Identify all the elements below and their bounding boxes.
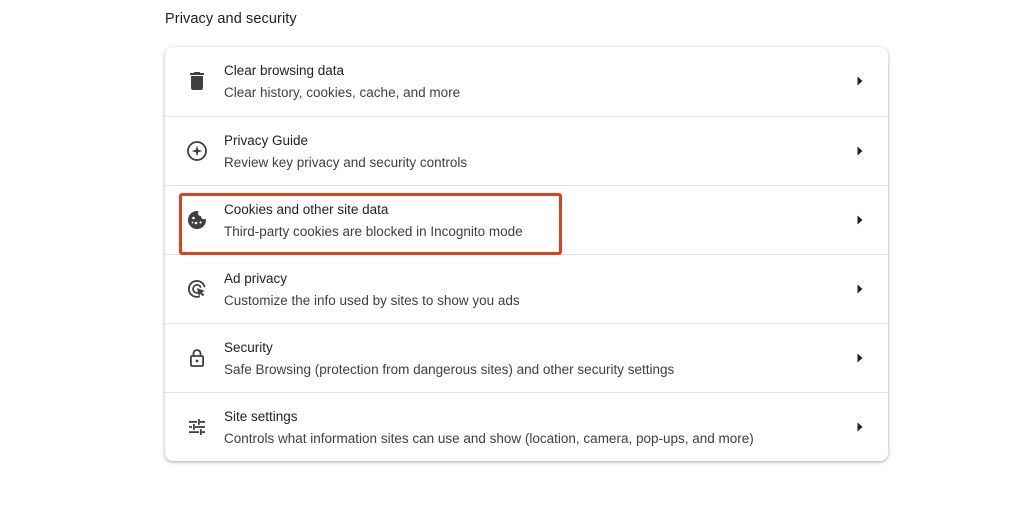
row-subtitle: Review key privacy and security controls [224,155,468,170]
row-title: Cookies and other site data [224,202,389,217]
row-title: Clear browsing data [224,63,345,78]
chevron-right-icon [856,283,864,295]
compass-icon [185,139,209,163]
section-title: Privacy and security [165,11,297,27]
security-row[interactable]: Security Safe Browsing (protection from … [165,323,888,392]
chevron-right-icon [856,145,864,157]
chevron-right-icon [856,214,864,226]
chevron-right-icon [856,352,864,364]
row-title: Privacy Guide [224,133,309,148]
row-subtitle: Safe Browsing (protection from dangerous… [224,362,675,377]
site-settings-row[interactable]: Site settings Controls what information … [165,392,888,461]
trash-icon [185,69,209,93]
ad-privacy-icon [185,277,209,301]
chevron-right-icon [856,421,864,433]
cookies-site-data-row[interactable]: Cookies and other site data Third-party … [165,185,888,254]
row-subtitle: Clear history, cookies, cache, and more [224,85,461,100]
clear-browsing-data-row[interactable]: Clear browsing data Clear history, cooki… [165,47,888,116]
privacy-guide-row[interactable]: Privacy Guide Review key privacy and sec… [165,116,888,185]
chevron-right-icon [856,75,864,87]
lock-icon [185,346,209,370]
row-subtitle: Customize the info used by sites to show… [224,293,520,308]
cookie-icon [185,208,209,232]
privacy-security-card: Clear browsing data Clear history, cooki… [165,47,888,461]
ad-privacy-row[interactable]: Ad privacy Customize the info used by si… [165,254,888,323]
row-title: Ad privacy [224,271,288,286]
sliders-icon [185,415,209,439]
row-subtitle: Third-party cookies are blocked in Incog… [224,224,523,239]
row-title: Site settings [224,409,298,424]
row-subtitle: Controls what information sites can use … [224,431,754,446]
row-title: Security [224,340,273,355]
